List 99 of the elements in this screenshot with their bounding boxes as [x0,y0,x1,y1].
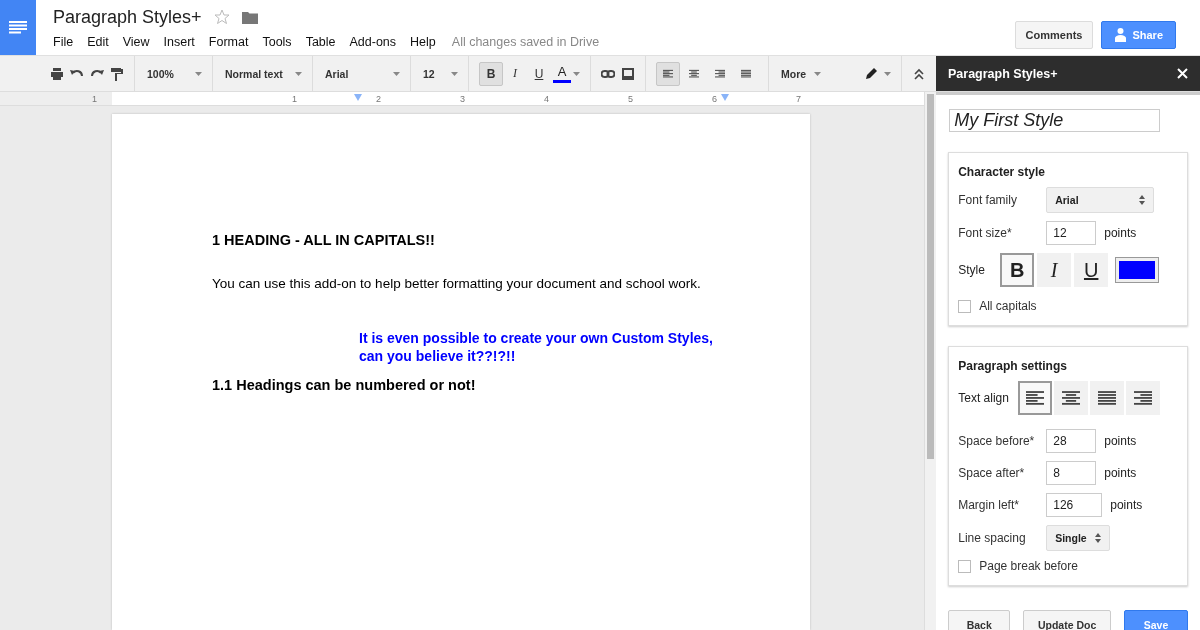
caret-icon [195,71,202,76]
paragraph-text: It is even possible to create your own Custom Styles, can you believe it??!?!! [359,329,714,365]
style-name-field[interactable]: My First Style [949,109,1161,132]
bold-button[interactable]: B [1000,253,1035,287]
caret-icon [393,71,400,76]
scrollbar-thumb[interactable] [927,94,935,459]
number-field[interactable]: 8 [1046,461,1097,485]
person-icon [1114,28,1128,42]
ruler-label: 7 [796,93,801,104]
ruler-label: 1 [92,93,97,104]
caret-icon [451,71,458,76]
menu-item[interactable]: View [122,35,150,49]
line-spacing-select[interactable]: Single [1046,525,1111,551]
align-center-button[interactable] [1054,381,1089,415]
caret-icon [884,71,891,76]
text-color-button[interactable]: A [551,64,573,83]
number-field[interactable]: 28 [1046,429,1097,453]
field-label: Margin left* [958,498,1020,512]
align-left-icon [1026,390,1045,406]
underline-button[interactable]: U [527,61,551,86]
underline-button[interactable]: U [1074,253,1109,287]
field-label: Space after* [958,466,1026,480]
font-size-field[interactable]: 12 [1046,221,1097,245]
align-center-icon [1062,390,1081,406]
align-center-icon [689,68,699,79]
folder-icon[interactable] [241,10,258,24]
sidebar-title: Paragraph Styles+ [948,66,1058,81]
unit-label: points [1104,466,1137,480]
checkbox-label: Page break before [979,559,1078,573]
align-justify-icon [1098,390,1117,406]
indent-marker-icon[interactable] [721,94,729,101]
stepper-arrows-icon [1095,533,1102,543]
caret-icon [814,71,822,76]
align-justify-icon [741,68,751,79]
comments-button[interactable]: Comments [1014,21,1094,49]
paint-format-icon[interactable] [110,66,124,81]
menu-item[interactable]: File [53,35,74,49]
ruler-label: 1 [292,93,297,104]
number-field[interactable]: 126 [1046,493,1103,517]
align-right-button[interactable] [1126,381,1161,415]
document-title[interactable]: Paragraph Styles+ [53,6,202,28]
align-left-button[interactable] [656,61,680,86]
font-size-dropdown[interactable]: 12 [421,67,445,80]
field-label: Font size* [958,226,1013,240]
ruler-label: 6 [712,93,717,104]
close-button[interactable] [1177,68,1188,79]
menu-item[interactable]: Tools [262,35,292,49]
indent-marker-icon[interactable] [354,94,362,101]
scrollbar[interactable] [924,92,937,630]
menu-item[interactable]: Edit [87,35,109,49]
section-heading: Paragraph settings [958,359,1068,373]
font-dropdown[interactable]: Arial [323,67,387,80]
menu-item[interactable]: Insert [163,35,195,49]
field-label: Style [958,263,986,277]
heading-text: 1 HEADING - ALL IN CAPITALS!! [212,232,436,248]
field-label: Space before* [958,434,1036,448]
italic-button[interactable]: I [503,61,527,86]
caret-icon [295,71,302,76]
unit-label: points [1110,498,1143,512]
ruler-label: 4 [544,93,549,104]
unit-label: points [1104,226,1137,240]
checkbox-label: All capitals [979,299,1037,313]
menu-item[interactable]: Format [208,35,249,49]
star-icon[interactable] [213,9,230,25]
font-family-select[interactable]: Arial [1046,187,1155,213]
zoom-dropdown[interactable]: 100% [145,67,189,80]
collapse-icon[interactable] [912,66,926,81]
checkbox[interactable] [958,299,972,313]
unit-label: points [1104,434,1137,448]
ruler-label: 5 [628,93,633,104]
align-left-button[interactable] [1018,381,1053,415]
menu-item[interactable]: Add-ons [349,35,397,49]
menu-item[interactable]: Table [305,35,336,49]
style-dropdown[interactable]: Normal text [223,67,289,80]
field-label: Line spacing [958,531,1027,545]
align-right-icon [715,68,725,79]
italic-button[interactable]: I [1037,253,1072,287]
paragraph-text: You can use this add-on to help better formatting your document and school work. [212,276,702,291]
menu-item[interactable]: Help [410,35,436,49]
docs-logo-icon[interactable] [0,0,36,55]
sidebar-button[interactable]: Back [948,610,1011,630]
ruler-label: 2 [376,93,381,104]
stepper-arrows-icon [1139,195,1146,205]
section-heading: Character style [958,165,1046,179]
align-right-icon [1134,390,1153,406]
caret-icon [573,71,580,76]
bold-button[interactable]: B [479,61,503,86]
print-icon[interactable] [50,66,64,81]
field-label: Text align [958,391,1010,405]
pencil-icon[interactable] [864,66,878,81]
field-label: Font family [958,193,1018,207]
align-justify-button[interactable] [1090,381,1125,415]
save-status: All changes saved in Drive [451,35,600,49]
ruler-label: 3 [460,93,465,104]
align-left-icon [663,68,673,79]
heading-text: 1.1 Headings can be numbered or not! [212,377,477,393]
close-icon [1177,68,1188,79]
checkbox[interactable] [958,559,972,573]
more-button[interactable]: More [779,67,824,80]
